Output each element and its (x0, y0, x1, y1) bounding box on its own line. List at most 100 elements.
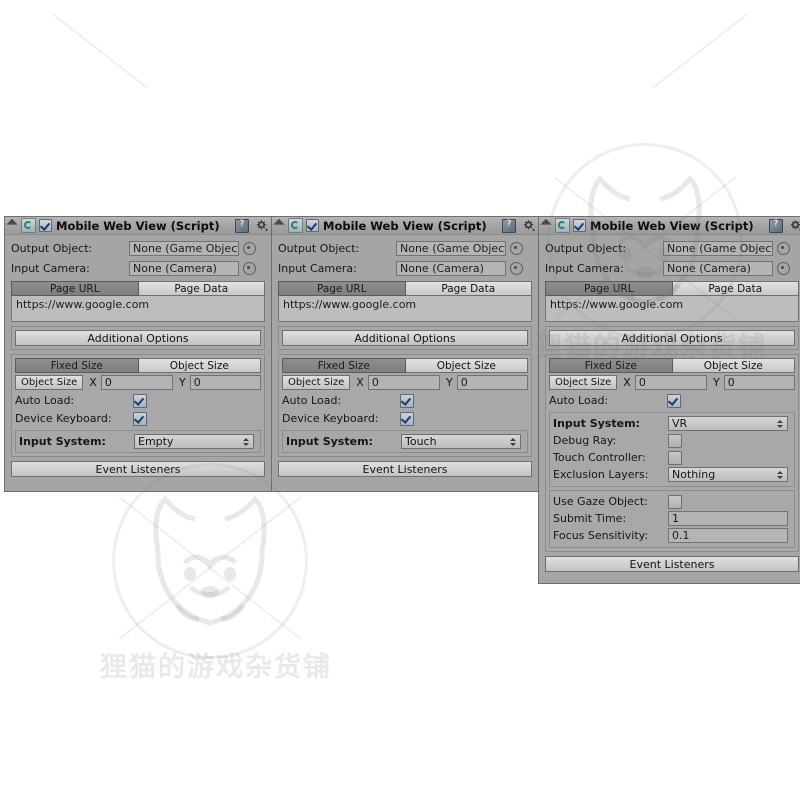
device-keyboard-label: Device Keyboard: (15, 412, 112, 425)
device-keyboard-checkbox[interactable] (133, 411, 147, 426)
foldout-triangle-icon[interactable] (540, 218, 552, 230)
touch-controller-checkbox[interactable] (668, 450, 682, 465)
gear-settings-icon[interactable] (255, 219, 268, 232)
foldout-triangle-icon[interactable] (6, 218, 18, 230)
tab-page-url[interactable]: Page URL (278, 281, 406, 296)
input-camera-field[interactable]: None (Camera) (396, 261, 506, 276)
output-object-label: Output Object: (545, 242, 627, 255)
object-size-button[interactable]: Object Size (15, 375, 84, 390)
tab-fixed-size[interactable]: Fixed Size (549, 358, 673, 373)
input-system-label: Input System: (19, 435, 106, 448)
tab-page-url[interactable]: Page URL (11, 281, 139, 296)
input-system-group: Input System: Touch (282, 430, 528, 453)
axis-x-label: X (89, 376, 97, 389)
debug-ray-checkbox[interactable] (668, 433, 682, 448)
help-book-icon[interactable] (502, 218, 516, 233)
tab-object-size[interactable]: Object Size (405, 358, 528, 373)
additional-options-group: Additional Options (11, 326, 265, 350)
device-keyboard-checkbox[interactable] (400, 411, 414, 426)
object-size-row: Object Size X 0 Y 0 (282, 374, 528, 391)
focus-sensitivity-row: Focus Sensitivity: 0.1 (553, 527, 791, 544)
page-tabbar: Page URL Page Data (545, 281, 799, 296)
component-header[interactable]: Mobile Web View (Script) (272, 217, 538, 235)
auto-load-checkbox[interactable] (400, 393, 414, 408)
object-picker-dot-icon[interactable] (777, 262, 790, 275)
additional-options-button[interactable]: Additional Options (282, 330, 528, 346)
output-object-field[interactable]: None (Game Object (663, 241, 773, 256)
output-object-field[interactable]: None (Game Object (396, 241, 506, 256)
gear-settings-icon[interactable] (789, 219, 800, 232)
size-x-input[interactable]: 0 (367, 375, 441, 390)
output-object-label: Output Object: (11, 242, 93, 255)
help-book-icon[interactable] (235, 218, 249, 233)
auto-load-label: Auto Load: (549, 394, 609, 407)
event-listeners-button[interactable]: Event Listeners (278, 461, 532, 477)
tab-page-data[interactable]: Page Data (405, 281, 532, 296)
object-picker-dot-icon[interactable] (510, 242, 523, 255)
object-picker-dot-icon[interactable] (510, 262, 523, 275)
input-camera-label: Input Camera: (545, 262, 624, 275)
input-system-dropdown[interactable]: Touch (401, 434, 521, 449)
auto-load-label: Auto Load: (15, 394, 75, 407)
component-title: Mobile Web View (Script) (56, 218, 220, 233)
object-picker-dot-icon[interactable] (243, 242, 256, 255)
component-header[interactable]: Mobile Web View (Script) (539, 217, 800, 235)
script-component-icon (288, 218, 303, 233)
tab-fixed-size[interactable]: Fixed Size (15, 358, 139, 373)
size-tabbar: Fixed Size Object Size (549, 358, 795, 373)
object-size-button[interactable]: Object Size (282, 375, 351, 390)
input-camera-field[interactable]: None (Camera) (663, 261, 773, 276)
submit-time-row: Submit Time: 1 (553, 510, 791, 527)
component-title: Mobile Web View (Script) (590, 218, 754, 233)
auto-load-checkbox[interactable] (667, 393, 681, 408)
tab-page-url[interactable]: Page URL (545, 281, 673, 296)
size-x-input[interactable]: 0 (100, 375, 174, 390)
event-listeners-button[interactable]: Event Listeners (545, 556, 799, 572)
auto-load-checkbox[interactable] (133, 393, 147, 408)
updown-arrows-icon (509, 437, 517, 446)
object-size-button[interactable]: Object Size (549, 375, 618, 390)
foldout-triangle-icon[interactable] (273, 218, 285, 230)
size-and-input-group: Fixed Size Object Size Object Size X 0 Y… (278, 354, 532, 457)
input-system-dropdown[interactable]: Empty (134, 434, 254, 449)
device-keyboard-row: Device Keyboard: (15, 410, 261, 427)
object-picker-dot-icon[interactable] (777, 242, 790, 255)
input-camera-label: Input Camera: (278, 262, 357, 275)
tab-object-size[interactable]: Object Size (138, 358, 261, 373)
updown-arrows-icon (776, 470, 784, 479)
additional-options-button[interactable]: Additional Options (15, 330, 261, 346)
input-system-label: Input System: (553, 417, 640, 430)
size-y-input[interactable]: 0 (189, 375, 261, 390)
tab-page-data[interactable]: Page Data (138, 281, 265, 296)
focus-sensitivity-input[interactable]: 0.1 (668, 528, 788, 543)
auto-load-row: Auto Load: (15, 392, 261, 409)
component-enabled-checkbox[interactable] (573, 219, 586, 232)
component-enabled-checkbox[interactable] (39, 219, 52, 232)
use-gaze-object-checkbox[interactable] (668, 494, 682, 509)
page-url-input[interactable]: https://www.google.com (545, 296, 799, 322)
event-listeners-button[interactable]: Event Listeners (11, 461, 265, 477)
exclusion-layers-dropdown[interactable]: Nothing (668, 467, 788, 482)
tab-object-size[interactable]: Object Size (672, 358, 795, 373)
updown-arrows-icon (776, 419, 784, 428)
size-y-input[interactable]: 0 (723, 375, 795, 390)
object-picker-dot-icon[interactable] (243, 262, 256, 275)
additional-options-button[interactable]: Additional Options (549, 330, 795, 346)
page-url-input[interactable]: https://www.google.com (11, 296, 265, 322)
output-object-field[interactable]: None (Game Object (129, 241, 239, 256)
tab-page-data[interactable]: Page Data (672, 281, 799, 296)
submit-time-input[interactable]: 1 (668, 511, 788, 526)
object-size-row: Object Size X 0 Y 0 (15, 374, 261, 391)
size-and-input-group: Fixed Size Object Size Object Size X 0 Y… (545, 354, 799, 552)
input-camera-field[interactable]: None (Camera) (129, 261, 239, 276)
page-url-input[interactable]: https://www.google.com (278, 296, 532, 322)
help-book-icon[interactable] (769, 218, 783, 233)
size-y-input[interactable]: 0 (456, 375, 528, 390)
component-enabled-checkbox[interactable] (306, 219, 319, 232)
gear-settings-icon[interactable] (522, 219, 535, 232)
size-x-input[interactable]: 0 (634, 375, 708, 390)
input-camera-label: Input Camera: (11, 262, 90, 275)
input-system-dropdown[interactable]: VR (668, 416, 788, 431)
component-header[interactable]: Mobile Web View (Script) (5, 217, 271, 235)
tab-fixed-size[interactable]: Fixed Size (282, 358, 406, 373)
